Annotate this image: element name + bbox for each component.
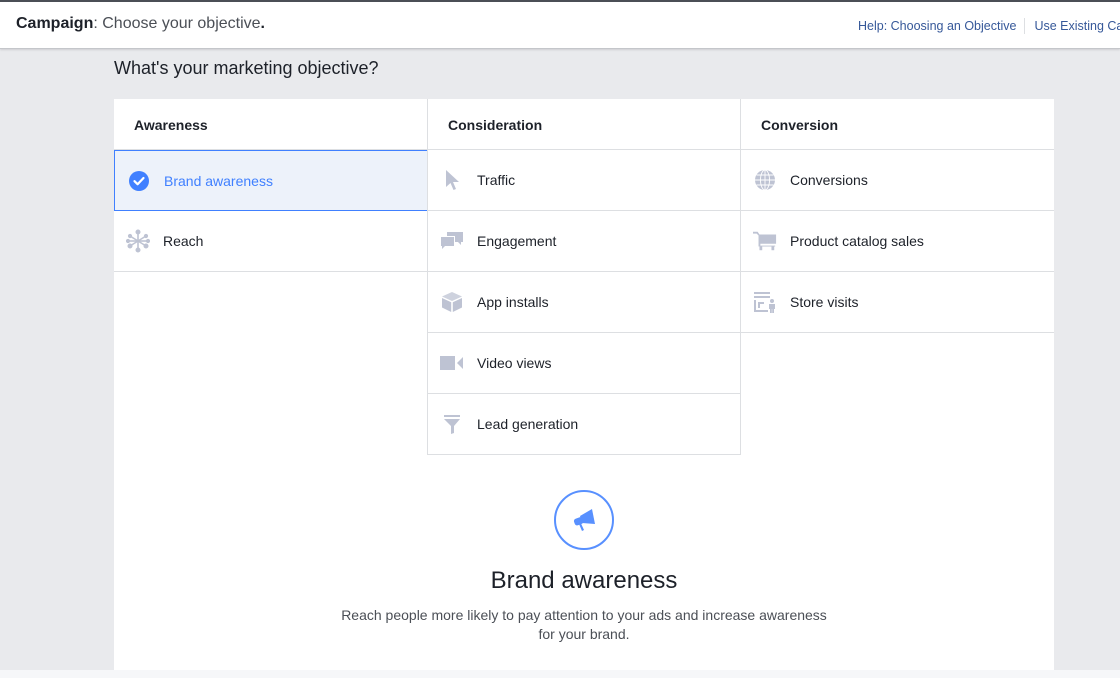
objective-conversions[interactable]: Conversions [740, 150, 1054, 211]
column-heading: Consideration [427, 99, 741, 150]
objective-label: Store visits [790, 294, 859, 310]
detail-title: Brand awareness [490, 567, 678, 594]
objective-reach[interactable]: Reach [114, 211, 428, 272]
objective-label: Brand awareness [164, 172, 273, 189]
chat-bubbles-icon [440, 229, 464, 253]
objective-label: Product catalog sales [790, 233, 924, 249]
cursor-icon [440, 168, 464, 192]
objective-label: Lead generation [477, 416, 579, 432]
video-camera-icon [440, 351, 464, 375]
funnel-icon [440, 412, 464, 436]
objective-label: Traffic [477, 172, 516, 188]
detail-description: Reach people more likely to pay attentio… [341, 607, 827, 642]
objective-video-views[interactable]: Video views [427, 333, 741, 394]
objective-engagement[interactable]: Engagement [427, 211, 741, 272]
shopping-cart-icon [753, 229, 777, 253]
objective-label: Conversions [790, 172, 868, 188]
store-person-icon [753, 290, 777, 314]
globe-icon [753, 168, 777, 192]
objective-label: Video views [477, 355, 552, 371]
page-title: Campaign: Choose your objective. [16, 15, 265, 33]
column-conversion: Conversion Conversions Product catalog s… [740, 99, 1054, 333]
megaphone-icon [554, 490, 614, 550]
link-separator [1024, 18, 1026, 34]
help-choosing-objective-link[interactable]: Help: Choosing an Objective [858, 19, 1016, 33]
objective-detail: Brand awareness Reach people more likely… [114, 470, 1054, 644]
column-consideration: Consideration Traffic Engagement App ins… [427, 99, 741, 455]
objective-label: Reach [163, 233, 204, 249]
column-heading: Awareness [114, 99, 428, 150]
title-campaign: Campaign [16, 15, 94, 32]
use-existing-campaign-link[interactable]: Use Existing Campaign [1034, 19, 1120, 33]
objective-app-installs[interactable]: App installs [427, 272, 741, 333]
objective-question: What's your marketing objective? [114, 58, 379, 78]
reach-network-icon [126, 229, 150, 253]
column-awareness: Awareness Brand awareness Reach [114, 99, 428, 272]
footer-strip [0, 670, 1120, 678]
objective-brand-awareness[interactable]: Brand awareness [114, 150, 428, 211]
objective-lead-generation[interactable]: Lead generation [427, 394, 741, 455]
title-subtitle: : Choose your objective [93, 15, 261, 32]
top-bar: Campaign: Choose your objective. Help: C… [0, 0, 1120, 49]
objective-traffic[interactable]: Traffic [427, 150, 741, 211]
header-links: Help: Choosing an Objective Use Existing… [858, 18, 1120, 34]
objective-product-catalog-sales[interactable]: Product catalog sales [740, 211, 1054, 272]
objective-label: Engagement [477, 233, 557, 249]
column-heading: Conversion [740, 99, 1054, 150]
objective-label: App installs [477, 294, 549, 310]
check-circle-icon [127, 169, 151, 193]
objective-store-visits[interactable]: Store visits [740, 272, 1054, 333]
title-dot: . [260, 15, 265, 32]
cube-icon [440, 290, 464, 314]
